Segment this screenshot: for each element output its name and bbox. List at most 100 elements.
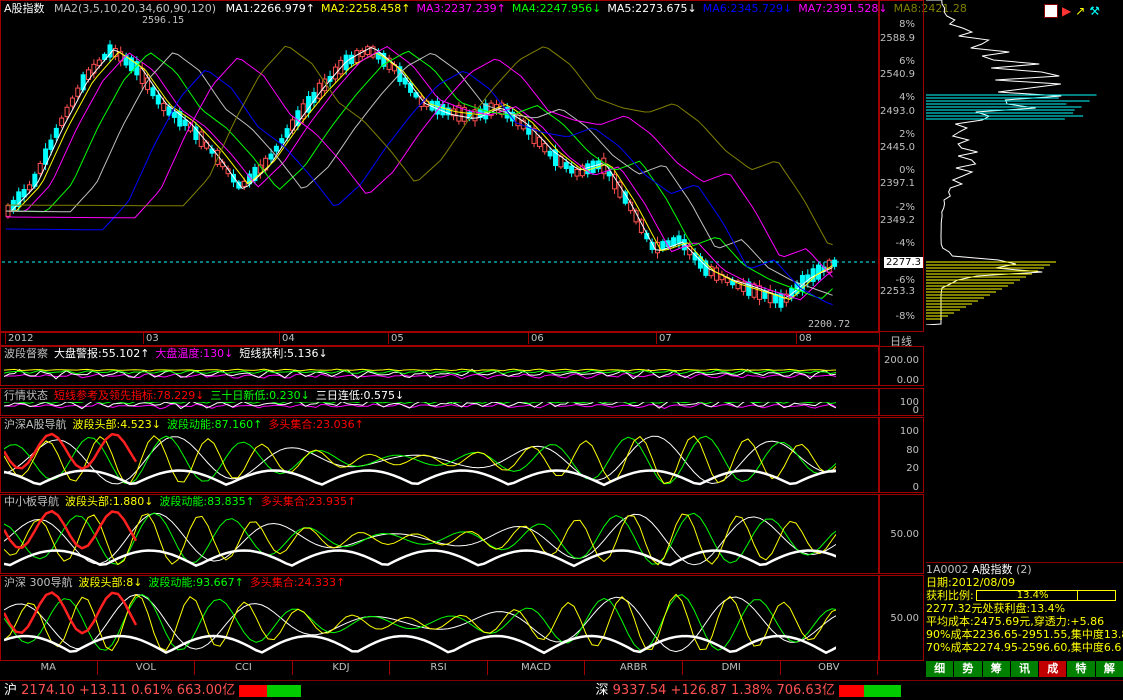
axis-tick: 0 (912, 482, 919, 493)
candle (198, 129, 204, 150)
candle (107, 40, 113, 62)
indicator-value: 波段动能:83.835↑ (159, 495, 255, 508)
right-tab[interactable]: 细 (926, 661, 954, 677)
right-tabs: 细势筹讯成特解 (926, 661, 1123, 677)
axis-tick: 100 (899, 426, 919, 437)
indicator-tab[interactable]: VOL (98, 661, 196, 675)
indicator-value: 三日连低:0.575↓ (315, 389, 405, 402)
candle (617, 180, 623, 200)
indicator-value: 波段头部:4.523↓ (72, 418, 161, 431)
indicator-line (4, 435, 836, 485)
ma-value-5: MA5:2273.675↓ (607, 2, 697, 15)
indicator-title: 行情状态 短线参考及领先指标:78.229↓ 三十日新低:0.230↓ 三日连低:0.… (4, 389, 410, 403)
candle (735, 278, 741, 291)
ma-value-7: MA7:2391.528↓ (798, 2, 888, 15)
indicator-tab[interactable]: MA (0, 661, 98, 675)
chip-info-panel: 1A0002 A股指数 (2) 日期:2012/08/09 获利比例: 13.4… (926, 562, 1123, 654)
indicator-line (4, 402, 836, 405)
sh-quote: 2174.10 +13.11 0.61% 663.00亿 (21, 683, 236, 698)
ma-line (6, 70, 833, 306)
indicator-axis: 100 80 20 0 (878, 417, 924, 493)
indicator-plot (4, 402, 836, 410)
right-tab[interactable]: 势 (954, 661, 982, 677)
ma-line (5, 46, 833, 299)
ma-value-6: MA6:2345.729↓ (702, 2, 793, 15)
candle (816, 262, 822, 282)
right-tab[interactable]: 讯 (1010, 661, 1039, 677)
date-tick: 07 (656, 333, 672, 344)
indicator-line (4, 512, 836, 565)
candle (526, 119, 532, 140)
candle (542, 140, 548, 155)
indicator-name: 波段督察 (4, 347, 48, 360)
indicator-tab[interactable]: KDJ (293, 661, 391, 675)
indicator-line (4, 369, 836, 375)
indicator-name: 沪深A股导航 (4, 418, 67, 431)
indicator-axis: 50.00 (878, 575, 924, 661)
indicator-name: 行情状态 (4, 389, 48, 402)
low-label: 2200.72 (808, 319, 850, 330)
candle (762, 287, 768, 302)
indicator-line (4, 435, 836, 485)
indicator-plot (4, 368, 836, 380)
indicator-tab[interactable]: DMI (683, 661, 781, 675)
chip-line-4: 70%成本2274.95-2596.60,集中度6.6 (926, 641, 1122, 654)
candlestick-chart[interactable]: 2596.15 2200.72 (2, 16, 878, 331)
candle (724, 274, 730, 287)
indicator-value: 多头集合:23.935↑ (260, 495, 357, 508)
bull-line (4, 591, 138, 635)
index-title: A股指数 (4, 2, 45, 15)
candle (746, 278, 752, 300)
candle (445, 103, 451, 120)
sz-quote: 9337.54 +126.87 1.38% 706.63亿 (612, 683, 835, 698)
ma-value-list: MA1:2266.979↑ MA2:2258.458↑ MA3:2237.239↑ M… (226, 2, 973, 15)
indicator-value: 大盘温度:130↓ (155, 347, 234, 360)
indicator-tab[interactable]: MACD (488, 661, 586, 675)
pct-tick: 8% (899, 19, 915, 30)
candle (365, 44, 371, 57)
stock-num: (2) (1016, 563, 1032, 576)
price-tick: 2540.9 (880, 69, 915, 80)
indicator-value: 三十日新低:0.230↓ (210, 389, 310, 402)
indicator-value: 短线获利:5.136↓ (239, 347, 328, 360)
indicator-axis: 50.00 (878, 494, 924, 574)
indicator-plot (4, 509, 836, 568)
right-tab[interactable]: 解 (1095, 661, 1123, 677)
indicator-title: 中小板导航 波段头部:1.880↓ 波段动能:83.835↑ 多头集合:23.935↑ (4, 495, 362, 509)
pct-tick: 2% (899, 128, 915, 140)
indicator-tab[interactable]: RSI (390, 661, 488, 675)
indicator-line (4, 512, 836, 566)
candle (756, 280, 762, 306)
pct-tick: -2% (895, 201, 915, 213)
candle (48, 134, 54, 156)
candle (515, 111, 521, 130)
main-chart-title-bar: A股指数 MA2(3,5,10,20,34,60,90,120) MA1:226… (4, 2, 979, 16)
indicator-tab[interactable]: OBV (781, 661, 879, 675)
axis-tick: 20 (906, 463, 919, 475)
sh-label: 沪 (4, 683, 18, 698)
indicator-value: 多头集合:24.333↑ (249, 576, 346, 589)
indicator-tab[interactable]: ARBR (585, 661, 683, 675)
pct-tick: 6% (899, 55, 915, 67)
right-tab[interactable]: 特 (1067, 661, 1095, 677)
date-axis: 2012 03 04 05 06 07 08 (0, 332, 880, 346)
ma-value-1: MA1:2266.979↑ (225, 2, 316, 15)
indicator-value: 多头集合:23.036↑ (268, 418, 364, 431)
profit-label: 获利比例: (926, 589, 974, 602)
date-tick: 05 (388, 333, 404, 344)
candle (832, 256, 838, 270)
ma-line (6, 45, 833, 246)
indicator-tabs: MA VOL CCI KDJ RSI MACD ARBR DMI OBV (0, 661, 879, 675)
indicator-tab[interactable]: CCI (195, 661, 293, 675)
ma-params: MA2(3,5,10,20,34,60,90,120) (54, 2, 217, 15)
date-tick: 04 (279, 333, 295, 344)
candle (461, 103, 467, 125)
price-tick: 2253.3 (880, 286, 915, 297)
price-tick: 2445.0 (880, 142, 915, 153)
indicator-title: 沪深 300导航 波段头部:8↓ 波段动能:93.667↑ 多头集合:24.333↑ (4, 576, 351, 590)
profit-value: 13.4% (1016, 590, 1049, 601)
indicator-value: 波段动能:93.667↑ (148, 576, 244, 589)
right-tab[interactable]: 筹 (982, 661, 1010, 677)
right-tab[interactable]: 成 (1039, 661, 1067, 677)
high-label: 2596.15 (142, 16, 184, 26)
